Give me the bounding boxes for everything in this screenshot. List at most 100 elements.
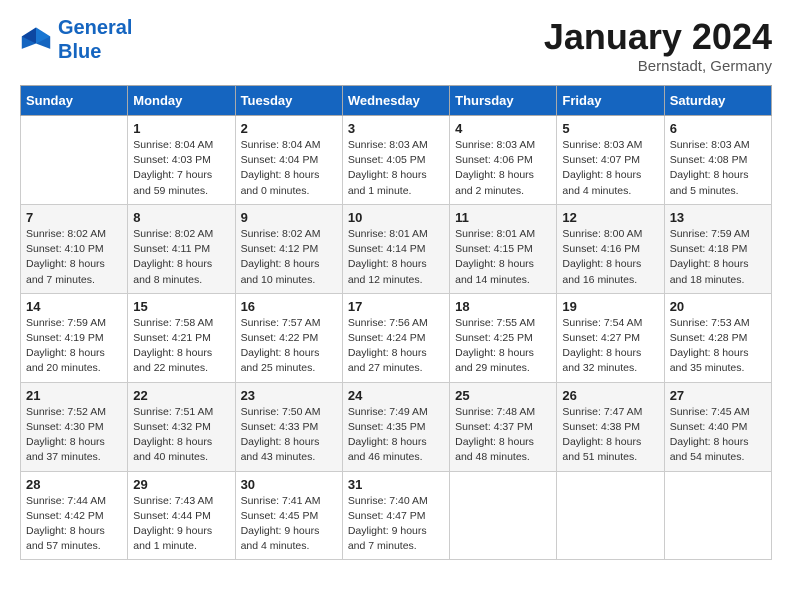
day-info: Sunrise: 7:51 AMSunset: 4:32 PMDaylight:… xyxy=(133,405,229,466)
day-info: Sunrise: 8:03 AMSunset: 4:06 PMDaylight:… xyxy=(455,138,551,199)
calendar-week-row: 14 Sunrise: 7:59 AMSunset: 4:19 PMDayligh… xyxy=(21,293,772,382)
day-info: Sunrise: 7:40 AMSunset: 4:47 PMDaylight:… xyxy=(348,494,444,555)
day-number: 31 xyxy=(348,477,444,492)
day-info: Sunrise: 7:48 AMSunset: 4:37 PMDaylight:… xyxy=(455,405,551,466)
calendar-day-cell: 8 Sunrise: 8:02 AMSunset: 4:11 PMDaylight… xyxy=(128,204,235,293)
day-info: Sunrise: 8:02 AMSunset: 4:12 PMDaylight:… xyxy=(241,227,337,288)
day-info: Sunrise: 7:50 AMSunset: 4:33 PMDaylight:… xyxy=(241,405,337,466)
day-number: 23 xyxy=(241,388,337,403)
day-number: 14 xyxy=(26,299,122,314)
calendar-day-cell xyxy=(664,471,771,560)
calendar-day-cell: 12 Sunrise: 8:00 AMSunset: 4:16 PMDayligh… xyxy=(557,204,664,293)
calendar-day-cell: 30 Sunrise: 7:41 AMSunset: 4:45 PMDayligh… xyxy=(235,471,342,560)
day-number: 21 xyxy=(26,388,122,403)
calendar-day-cell: 28 Sunrise: 7:44 AMSunset: 4:42 PMDayligh… xyxy=(21,471,128,560)
day-info: Sunrise: 7:41 AMSunset: 4:45 PMDaylight:… xyxy=(241,494,337,555)
day-info: Sunrise: 7:59 AMSunset: 4:19 PMDaylight:… xyxy=(26,316,122,377)
day-number: 24 xyxy=(348,388,444,403)
day-number: 22 xyxy=(133,388,229,403)
calendar-day-cell: 27 Sunrise: 7:45 AMSunset: 4:40 PMDayligh… xyxy=(664,382,771,471)
logo-icon xyxy=(20,24,52,56)
day-info: Sunrise: 8:04 AMSunset: 4:04 PMDaylight:… xyxy=(241,138,337,199)
day-number: 28 xyxy=(26,477,122,492)
day-info: Sunrise: 7:44 AMSunset: 4:42 PMDaylight:… xyxy=(26,494,122,555)
day-info: Sunrise: 8:02 AMSunset: 4:10 PMDaylight:… xyxy=(26,227,122,288)
calendar-day-cell xyxy=(450,471,557,560)
day-info: Sunrise: 7:57 AMSunset: 4:22 PMDaylight:… xyxy=(241,316,337,377)
calendar-day-cell: 2 Sunrise: 8:04 AMSunset: 4:04 PMDaylight… xyxy=(235,116,342,205)
calendar-day-cell: 17Sunrise: 7:56 AMSunset: 4:24 PMDayligh… xyxy=(342,293,449,382)
day-number: 12 xyxy=(562,210,658,225)
calendar-day-cell: 1 Sunrise: 8:04 AMSunset: 4:03 PMDaylight… xyxy=(128,116,235,205)
day-info: Sunrise: 7:53 AMSunset: 4:28 PMDaylight:… xyxy=(670,316,766,377)
day-info: Sunrise: 8:01 AMSunset: 4:15 PMDaylight:… xyxy=(455,227,551,288)
calendar-body: 1 Sunrise: 8:04 AMSunset: 4:03 PMDaylight… xyxy=(21,116,772,560)
month-title: January 2024 xyxy=(544,16,772,58)
calendar-day-cell: 5Sunrise: 8:03 AMSunset: 4:07 PMDaylight… xyxy=(557,116,664,205)
calendar-day-cell: 9 Sunrise: 8:02 AMSunset: 4:12 PMDaylight… xyxy=(235,204,342,293)
day-number: 8 xyxy=(133,210,229,225)
day-number: 30 xyxy=(241,477,337,492)
day-number: 11 xyxy=(455,210,551,225)
day-info: Sunrise: 7:56 AMSunset: 4:24 PMDaylight:… xyxy=(348,316,444,377)
calendar-day-cell: 16 Sunrise: 7:57 AMSunset: 4:22 PMDayligh… xyxy=(235,293,342,382)
day-number: 9 xyxy=(241,210,337,225)
calendar-week-row: 28 Sunrise: 7:44 AMSunset: 4:42 PMDayligh… xyxy=(21,471,772,560)
calendar-day-cell: 13Sunrise: 7:59 AMSunset: 4:18 PMDayligh… xyxy=(664,204,771,293)
day-info: Sunrise: 7:58 AMSunset: 4:21 PMDaylight:… xyxy=(133,316,229,377)
calendar-day-cell xyxy=(557,471,664,560)
day-number: 26 xyxy=(562,388,658,403)
location-subtitle: Bernstadt, Germany xyxy=(544,58,772,75)
calendar-day-cell: 20Sunrise: 7:53 AMSunset: 4:28 PMDayligh… xyxy=(664,293,771,382)
day-info: Sunrise: 7:43 AMSunset: 4:44 PMDaylight:… xyxy=(133,494,229,555)
day-info: Sunrise: 8:03 AMSunset: 4:08 PMDaylight:… xyxy=(670,138,766,199)
calendar-header-row: SundayMondayTuesdayWednesdayThursdayFrid… xyxy=(21,86,772,116)
calendar-day-cell: 24 Sunrise: 7:49 AMSunset: 4:35 PMDayligh… xyxy=(342,382,449,471)
calendar-day-cell: 11 Sunrise: 8:01 AMSunset: 4:15 PMDayligh… xyxy=(450,204,557,293)
calendar-day-cell: 15 Sunrise: 7:58 AMSunset: 4:21 PMDayligh… xyxy=(128,293,235,382)
day-info: Sunrise: 7:45 AMSunset: 4:40 PMDaylight:… xyxy=(670,405,766,466)
day-info: Sunrise: 8:02 AMSunset: 4:11 PMDaylight:… xyxy=(133,227,229,288)
calendar-day-cell: 3 Sunrise: 8:03 AMSunset: 4:05 PMDaylight… xyxy=(342,116,449,205)
calendar-day-cell: 22 Sunrise: 7:51 AMSunset: 4:32 PMDayligh… xyxy=(128,382,235,471)
day-number: 2 xyxy=(241,121,337,136)
day-info: Sunrise: 7:54 AMSunset: 4:27 PMDaylight:… xyxy=(562,316,658,377)
day-number: 15 xyxy=(133,299,229,314)
day-info: Sunrise: 7:52 AMSunset: 4:30 PMDaylight:… xyxy=(26,405,122,466)
day-number: 13 xyxy=(670,210,766,225)
day-number: 18 xyxy=(455,299,551,314)
calendar-week-row: 7 Sunrise: 8:02 AMSunset: 4:10 PMDaylight… xyxy=(21,204,772,293)
day-info: Sunrise: 8:03 AMSunset: 4:07 PMDaylight:… xyxy=(562,138,658,199)
calendar-day-cell: 7 Sunrise: 8:02 AMSunset: 4:10 PMDaylight… xyxy=(21,204,128,293)
calendar-week-row: 21 Sunrise: 7:52 AMSunset: 4:30 PMDayligh… xyxy=(21,382,772,471)
calendar-day-cell: 14 Sunrise: 7:59 AMSunset: 4:19 PMDayligh… xyxy=(21,293,128,382)
day-number: 29 xyxy=(133,477,229,492)
day-number: 7 xyxy=(26,210,122,225)
header: General Blue January 2024 Bernstadt, Ger… xyxy=(20,16,772,75)
day-header: Sunday xyxy=(21,86,128,116)
day-number: 25 xyxy=(455,388,551,403)
calendar-day-cell: 4 Sunrise: 8:03 AMSunset: 4:06 PMDaylight… xyxy=(450,116,557,205)
calendar-day-cell: 6Sunrise: 8:03 AMSunset: 4:08 PMDaylight… xyxy=(664,116,771,205)
calendar-day-cell: 25 Sunrise: 7:48 AMSunset: 4:37 PMDayligh… xyxy=(450,382,557,471)
day-number: 16 xyxy=(241,299,337,314)
calendar-day-cell xyxy=(21,116,128,205)
day-info: Sunrise: 7:47 AMSunset: 4:38 PMDaylight:… xyxy=(562,405,658,466)
day-number: 1 xyxy=(133,121,229,136)
calendar-day-cell: 21 Sunrise: 7:52 AMSunset: 4:30 PMDayligh… xyxy=(21,382,128,471)
day-info: Sunrise: 8:03 AMSunset: 4:05 PMDaylight:… xyxy=(348,138,444,199)
day-number: 27 xyxy=(670,388,766,403)
day-header: Thursday xyxy=(450,86,557,116)
day-header: Wednesday xyxy=(342,86,449,116)
day-number: 19 xyxy=(562,299,658,314)
calendar-table: SundayMondayTuesdayWednesdayThursdayFrid… xyxy=(20,85,772,560)
day-info: Sunrise: 8:00 AMSunset: 4:16 PMDaylight:… xyxy=(562,227,658,288)
day-info: Sunrise: 7:49 AMSunset: 4:35 PMDaylight:… xyxy=(348,405,444,466)
day-header: Saturday xyxy=(664,86,771,116)
day-number: 3 xyxy=(348,121,444,136)
day-number: 4 xyxy=(455,121,551,136)
calendar-day-cell: 26 Sunrise: 7:47 AMSunset: 4:38 PMDayligh… xyxy=(557,382,664,471)
calendar-day-cell: 18Sunrise: 7:55 AMSunset: 4:25 PMDayligh… xyxy=(450,293,557,382)
day-info: Sunrise: 8:04 AMSunset: 4:03 PMDaylight:… xyxy=(133,138,229,199)
day-info: Sunrise: 8:01 AMSunset: 4:14 PMDaylight:… xyxy=(348,227,444,288)
